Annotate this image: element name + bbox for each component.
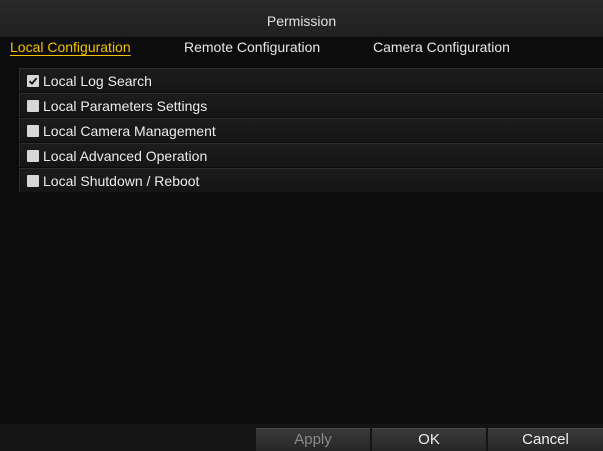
check-icon [28, 77, 38, 85]
button-bar: Apply OK Cancel [0, 424, 603, 451]
tab-camera-configuration[interactable]: Camera Configuration [373, 39, 510, 55]
ok-button[interactable]: OK [372, 428, 486, 451]
permission-label: Local Camera Management [43, 123, 216, 139]
permission-label: Local Log Search [43, 73, 152, 89]
permission-list: Local Log Search Local Parameters Settin… [19, 68, 603, 212]
permission-label: Local Parameters Settings [43, 98, 208, 114]
tab-bar: Local Configuration Remote Configuration… [0, 37, 603, 61]
checkbox-local-log-search[interactable] [27, 75, 39, 87]
checkbox-local-advanced-operation[interactable] [27, 150, 39, 162]
permission-row-local-advanced-operation[interactable]: Local Advanced Operation [19, 143, 603, 167]
tab-local-configuration[interactable]: Local Configuration [10, 39, 131, 55]
dialog-title: Permission [266, 13, 337, 29]
checkbox-local-camera-management[interactable] [27, 125, 39, 137]
checkbox-local-parameters-settings[interactable] [27, 100, 39, 112]
permission-row-local-log-search[interactable]: Local Log Search [19, 68, 603, 92]
permission-row-local-parameters-settings[interactable]: Local Parameters Settings [19, 93, 603, 117]
permission-dialog: Permission Local Configuration Remote Co… [0, 0, 603, 451]
apply-button[interactable]: Apply [256, 428, 370, 451]
permission-row-local-shutdown-reboot[interactable]: Local Shutdown / Reboot [19, 168, 603, 192]
title-bar: Permission [0, 0, 603, 37]
permission-label: Local Shutdown / Reboot [43, 173, 200, 189]
checkbox-local-shutdown-reboot[interactable] [27, 175, 39, 187]
tab-remote-configuration[interactable]: Remote Configuration [184, 39, 320, 55]
permission-row-local-camera-management[interactable]: Local Camera Management [19, 118, 603, 142]
cancel-button[interactable]: Cancel [488, 428, 603, 451]
permission-label: Local Advanced Operation [43, 148, 208, 164]
